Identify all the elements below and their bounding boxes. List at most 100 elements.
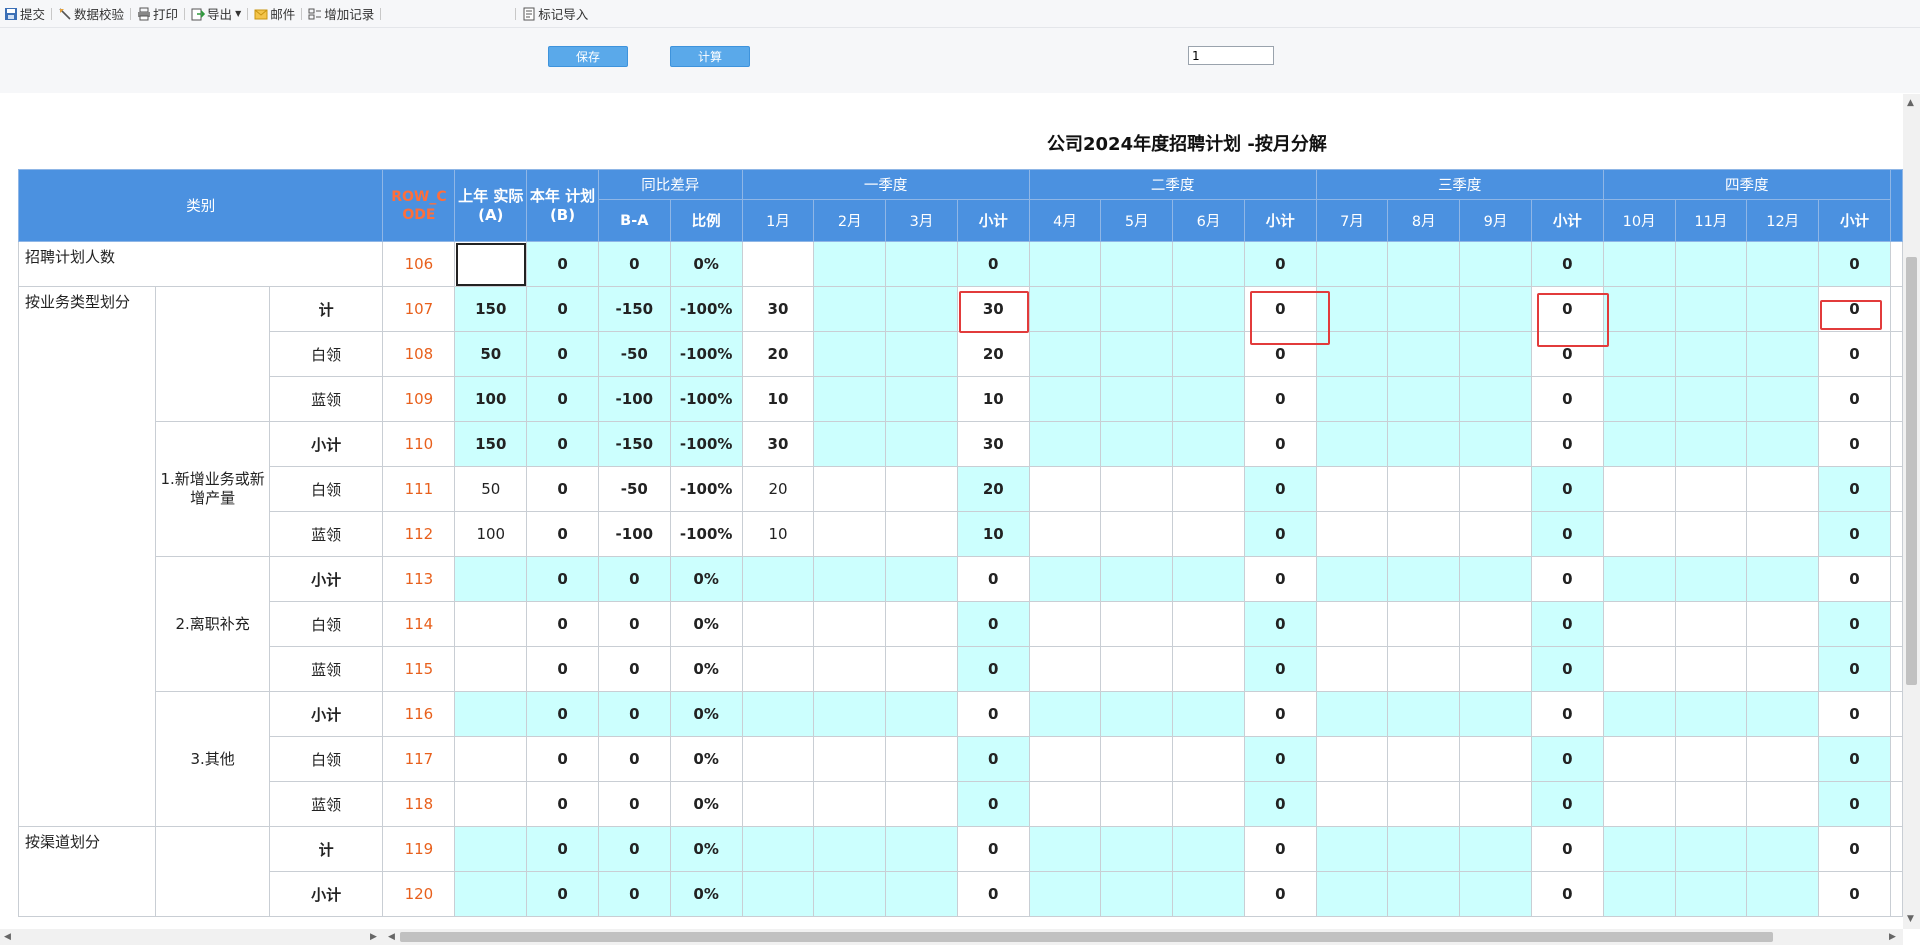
- cell-m1[interactable]: [741, 601, 815, 647]
- cell-m4[interactable]: [1028, 556, 1102, 602]
- cell-a[interactable]: 100: [454, 511, 528, 557]
- cell-a[interactable]: [454, 871, 528, 917]
- cell-m7[interactable]: [1315, 331, 1389, 377]
- cell-m2[interactable]: [813, 871, 887, 917]
- cell-m3[interactable]: [885, 421, 958, 467]
- cell-m10[interactable]: [1602, 421, 1676, 467]
- cell-m2[interactable]: [813, 691, 887, 737]
- cell-m9[interactable]: [1459, 736, 1532, 782]
- cell-m8[interactable]: [1387, 736, 1461, 782]
- cell-m12[interactable]: [1746, 646, 1820, 692]
- cell-m2[interactable]: [813, 421, 887, 467]
- cell-m1[interactable]: [741, 736, 815, 782]
- cell-m7[interactable]: [1315, 826, 1389, 872]
- cell-m6[interactable]: [1172, 511, 1245, 557]
- cell-m1[interactable]: [741, 826, 815, 872]
- cell-m7[interactable]: [1315, 376, 1389, 422]
- horizontal-scroll-thumb[interactable]: [400, 932, 1773, 942]
- cell-m4[interactable]: [1028, 376, 1102, 422]
- cell-m4[interactable]: [1028, 466, 1102, 512]
- cell-m3[interactable]: [885, 286, 958, 332]
- cell-m12[interactable]: [1746, 691, 1820, 737]
- cell-m1[interactable]: 30: [741, 286, 815, 332]
- validate-button[interactable]: 数据校验: [54, 0, 128, 27]
- cell-m11[interactable]: [1674, 601, 1748, 647]
- horizontal-scrollbar[interactable]: ◀ ▶: [384, 929, 1903, 945]
- cell-m11[interactable]: [1674, 871, 1748, 917]
- cell-m9[interactable]: [1459, 691, 1532, 737]
- cell-m5[interactable]: [1100, 871, 1174, 917]
- cell-m9[interactable]: [1459, 241, 1532, 287]
- cell-m12[interactable]: [1746, 826, 1820, 872]
- cell-m2[interactable]: [813, 646, 887, 692]
- cell-a[interactable]: [454, 691, 528, 737]
- cell-m10[interactable]: [1602, 691, 1676, 737]
- cell-m7[interactable]: [1315, 556, 1389, 602]
- cell-m1[interactable]: 10: [741, 511, 815, 557]
- cell-m2[interactable]: [813, 736, 887, 782]
- cell-m5[interactable]: [1100, 241, 1174, 287]
- print-button[interactable]: 打印: [133, 0, 182, 27]
- scroll-left-icon[interactable]: ◀: [388, 932, 395, 942]
- cell-m12[interactable]: [1746, 556, 1820, 602]
- cell-m6[interactable]: [1172, 466, 1245, 512]
- cell-m3[interactable]: [885, 826, 958, 872]
- cell-m12[interactable]: [1746, 871, 1820, 917]
- cell-m10[interactable]: [1602, 601, 1676, 647]
- cell-m9[interactable]: [1459, 556, 1532, 602]
- cell-m10[interactable]: [1602, 331, 1676, 377]
- cell-m5[interactable]: [1100, 286, 1174, 332]
- cell-m11[interactable]: [1674, 331, 1748, 377]
- cell-m8[interactable]: [1387, 826, 1461, 872]
- cell-m12[interactable]: [1746, 466, 1820, 512]
- cell-m8[interactable]: [1387, 871, 1461, 917]
- cell-m12[interactable]: [1746, 286, 1820, 332]
- cell-a[interactable]: 100: [454, 376, 528, 422]
- cell-m9[interactable]: [1459, 376, 1532, 422]
- cell-m9[interactable]: [1459, 826, 1532, 872]
- cell-a[interactable]: [454, 646, 528, 692]
- cell-m5[interactable]: [1100, 376, 1174, 422]
- cell-a[interactable]: 50: [454, 466, 528, 512]
- cell-m8[interactable]: [1387, 691, 1461, 737]
- cell-m10[interactable]: [1602, 736, 1676, 782]
- cell-m6[interactable]: [1172, 781, 1245, 827]
- cell-m7[interactable]: [1315, 781, 1389, 827]
- cell-m5[interactable]: [1100, 781, 1174, 827]
- cell-m4[interactable]: [1028, 871, 1102, 917]
- cell-m12[interactable]: [1746, 781, 1820, 827]
- cell-m7[interactable]: [1315, 871, 1389, 917]
- cell-m1[interactable]: 30: [741, 421, 815, 467]
- cell-m1[interactable]: [741, 646, 815, 692]
- cell-m8[interactable]: [1387, 286, 1461, 332]
- cell-m3[interactable]: [885, 736, 958, 782]
- cell-m9[interactable]: [1459, 781, 1532, 827]
- cell-m5[interactable]: [1100, 466, 1174, 512]
- add-record-button[interactable]: 增加记录: [304, 0, 378, 27]
- cell-m5[interactable]: [1100, 691, 1174, 737]
- cell-m11[interactable]: [1674, 736, 1748, 782]
- cell-m7[interactable]: [1315, 286, 1389, 332]
- cell-m6[interactable]: [1172, 646, 1245, 692]
- cell-m11[interactable]: [1674, 376, 1748, 422]
- cell-m11[interactable]: [1674, 691, 1748, 737]
- cell-m8[interactable]: [1387, 376, 1461, 422]
- vertical-scrollbar[interactable]: ▲ ▼: [1903, 94, 1920, 929]
- cell-m6[interactable]: [1172, 376, 1245, 422]
- cell-m3[interactable]: [885, 556, 958, 602]
- cell-m8[interactable]: [1387, 241, 1461, 287]
- cell-m9[interactable]: [1459, 286, 1532, 332]
- cell-m7[interactable]: [1315, 691, 1389, 737]
- cell-m5[interactable]: [1100, 556, 1174, 602]
- cell-m7[interactable]: [1315, 601, 1389, 647]
- export-button[interactable]: 导出 ▼: [187, 0, 245, 27]
- scroll-left-icon[interactable]: ◀: [4, 932, 11, 942]
- cell-a[interactable]: [454, 556, 528, 602]
- cell-m8[interactable]: [1387, 466, 1461, 512]
- cell-m7[interactable]: [1315, 736, 1389, 782]
- cell-a[interactable]: [454, 241, 528, 287]
- cell-m7[interactable]: [1315, 241, 1389, 287]
- cell-m9[interactable]: [1459, 331, 1532, 377]
- cell-m1[interactable]: 20: [741, 466, 815, 512]
- cell-m4[interactable]: [1028, 781, 1102, 827]
